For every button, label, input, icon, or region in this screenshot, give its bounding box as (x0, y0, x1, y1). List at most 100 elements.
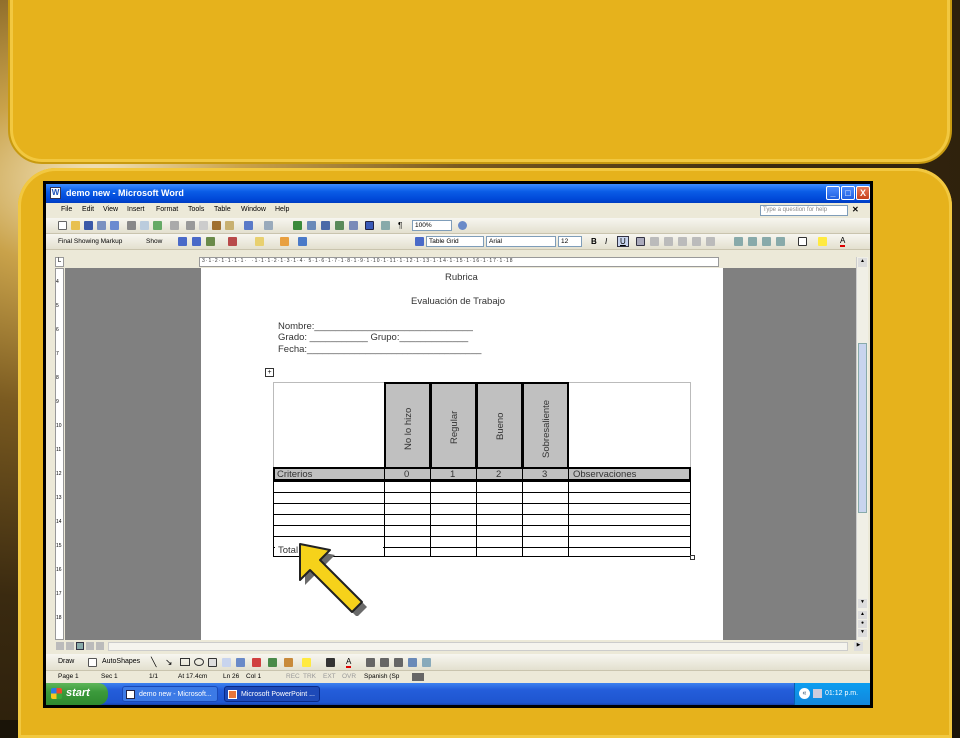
outline-view-icon[interactable] (86, 642, 94, 650)
distributed-icon[interactable] (692, 237, 701, 246)
scroll-down-arrow-icon[interactable]: ▼ (858, 599, 867, 608)
highlight-icon[interactable] (818, 237, 827, 246)
menu-tools[interactable]: Tools (188, 206, 204, 213)
horizontal-scrollbar[interactable]: ▶ (54, 640, 868, 653)
title-bar[interactable]: W demo new - Microsoft Word _ □ X (46, 184, 870, 203)
hyperlink-icon[interactable] (293, 221, 302, 230)
line-spacing-icon[interactable] (706, 237, 715, 246)
help-search-input[interactable]: Type a question for help (760, 205, 848, 216)
insert-excel-icon[interactable] (335, 221, 344, 230)
open-icon[interactable] (71, 221, 80, 230)
arrow-style-icon[interactable] (394, 658, 403, 667)
normal-view-icon[interactable] (56, 642, 64, 650)
reviewing-pane-icon[interactable] (298, 237, 307, 246)
web-view-icon[interactable] (66, 642, 74, 650)
reject-change-icon[interactable] (228, 237, 237, 246)
font-select[interactable]: Arial (486, 236, 556, 247)
copy-icon[interactable] (199, 221, 208, 230)
previous-page-icon[interactable]: ▲ (858, 611, 867, 619)
line-color-icon[interactable] (326, 658, 335, 667)
clock[interactable]: 01:12 p.m. (825, 690, 858, 697)
close-button[interactable]: X (856, 186, 870, 200)
arrow-icon[interactable]: ↘ (165, 657, 173, 668)
align-right-icon[interactable] (664, 237, 673, 246)
menu-file[interactable]: File (61, 206, 72, 213)
border-icon[interactable] (798, 237, 807, 246)
taskbar-powerpoint-button[interactable]: Microsoft PowerPoint ... (224, 686, 320, 702)
browse-object-icon[interactable]: ● (858, 620, 867, 628)
insert-table-icon[interactable] (321, 221, 330, 230)
menu-table[interactable]: Table (214, 206, 231, 213)
research-icon[interactable] (170, 221, 179, 230)
drawing-icon[interactable] (365, 221, 374, 230)
taskbar-word-button[interactable]: demo new - Microsoft... (122, 686, 218, 702)
draw-menu[interactable]: Draw (58, 658, 74, 665)
status-trk[interactable]: TRK (303, 673, 316, 680)
print-icon[interactable] (127, 221, 136, 230)
undo-icon[interactable] (244, 221, 253, 230)
status-ext[interactable]: EXT (323, 673, 336, 680)
accept-change-icon[interactable] (206, 237, 215, 246)
header-no-lo-hizo[interactable]: No lo hizo (384, 382, 431, 469)
oval-icon[interactable] (194, 658, 204, 666)
track-changes-icon[interactable] (280, 237, 289, 246)
font-color-icon[interactable]: A (840, 236, 846, 247)
table-cell-blank[interactable] (569, 382, 691, 468)
styles-icon[interactable] (415, 237, 424, 246)
dash-style-icon[interactable] (380, 658, 389, 667)
reading-view-icon[interactable] (96, 642, 104, 650)
scroll-thumb[interactable] (858, 343, 867, 513)
select-objects-icon[interactable] (88, 658, 97, 667)
minimize-button[interactable]: _ (826, 186, 840, 200)
show-menu[interactable]: Show (146, 238, 162, 245)
header-bueno[interactable]: Bueno (476, 382, 523, 469)
status-rec[interactable]: REC (286, 673, 300, 680)
line-icon[interactable]: ╲ (151, 657, 156, 668)
permission-icon[interactable] (97, 221, 106, 230)
show-hide-icon[interactable]: ¶ (398, 221, 402, 230)
document-map-icon[interactable] (381, 221, 390, 230)
menu-format[interactable]: Format (156, 206, 178, 213)
zoom-select[interactable]: 100% (412, 220, 452, 231)
paste-icon[interactable] (212, 221, 221, 230)
spelling-icon[interactable] (153, 221, 162, 230)
align-center-icon[interactable] (650, 237, 659, 246)
next-page-icon[interactable]: ▼ (858, 629, 867, 637)
horizontal-scroll-track[interactable] (108, 642, 848, 651)
wordart-icon[interactable] (236, 658, 245, 667)
diagram-icon[interactable] (252, 658, 261, 667)
scroll-up-arrow-icon[interactable]: ▲ (858, 258, 867, 267)
document-page[interactable]: Rubrica Evaluación de Trabajo Nombre:___… (201, 268, 723, 640)
redo-icon[interactable] (264, 221, 273, 230)
cut-icon[interactable] (186, 221, 195, 230)
tab-selector[interactable]: L (55, 257, 64, 267)
word-app-icon[interactable]: W (50, 187, 61, 199)
tray-back-icon[interactable]: « (799, 688, 810, 699)
autoshapes-menu[interactable]: AutoShapes (102, 658, 140, 665)
align-left-icon[interactable] (636, 237, 645, 246)
save-icon[interactable] (84, 221, 93, 230)
increase-indent-icon[interactable] (776, 237, 785, 246)
tables-borders-icon[interactable] (307, 221, 316, 230)
horizontal-ruler[interactable]: 3·1·2·1·1·1·1· ·1·1·1·2·1·3·1·4· 5·1·6·1… (199, 257, 719, 267)
scroll-right-arrow-icon[interactable]: ▶ (854, 642, 863, 651)
print-preview-icon[interactable] (140, 221, 149, 230)
markup-select[interactable]: Final Showing Markup (58, 238, 122, 245)
table-cell-blank[interactable] (273, 382, 385, 468)
start-button[interactable]: start (46, 683, 108, 705)
draw-font-color-icon[interactable]: A (346, 657, 352, 668)
fill-color-icon[interactable] (302, 658, 311, 667)
menu-window[interactable]: Window (241, 206, 266, 213)
vertical-ruler[interactable]: 4 5 6 7 8 9 10 11 12 13 14 15 16 17 18 (55, 268, 64, 640)
status-ovr[interactable]: OVR (342, 673, 356, 680)
previous-change-icon[interactable] (178, 237, 187, 246)
close-document-icon[interactable]: ✕ (852, 205, 859, 214)
underline-icon[interactable]: U (617, 236, 629, 247)
text-box-icon[interactable] (208, 658, 217, 667)
menu-help[interactable]: Help (275, 206, 289, 213)
help-icon[interactable] (458, 221, 467, 230)
menu-view[interactable]: View (103, 206, 118, 213)
format-painter-icon[interactable] (225, 221, 234, 230)
style-select[interactable]: Table Grid (426, 236, 484, 247)
next-change-icon[interactable] (192, 237, 201, 246)
